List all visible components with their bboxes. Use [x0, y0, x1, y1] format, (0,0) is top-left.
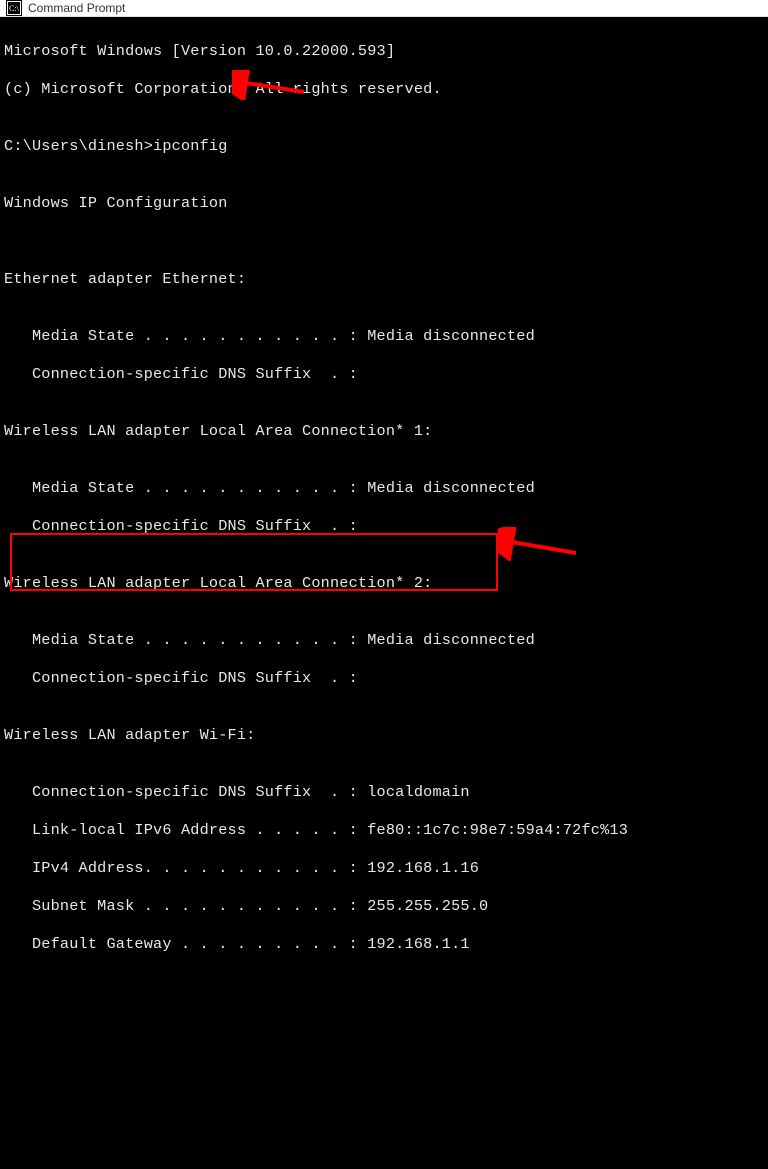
- output-line: Connection-specific DNS Suffix . :: [4, 365, 768, 384]
- section-header: Wireless LAN adapter Local Area Connecti…: [4, 574, 768, 593]
- prompt-line: C:\Users\dinesh>ipconfig: [4, 137, 768, 156]
- output-line: Microsoft Windows [Version 10.0.22000.59…: [4, 42, 768, 61]
- output-line: Media State . . . . . . . . . . . : Medi…: [4, 631, 768, 650]
- cmd-icon: C:\: [6, 0, 22, 16]
- output-line: IPv4 Address. . . . . . . . . . . : 192.…: [4, 859, 768, 878]
- output-line: Connection-specific DNS Suffix . :: [4, 669, 768, 688]
- section-header: Wireless LAN adapter Local Area Connecti…: [4, 422, 768, 441]
- output-line: Subnet Mask . . . . . . . . . . . : 255.…: [4, 897, 768, 916]
- output-line: (c) Microsoft Corporation. All rights re…: [4, 80, 768, 99]
- output-line: Connection-specific DNS Suffix . : local…: [4, 783, 768, 802]
- output-line: Connection-specific DNS Suffix . :: [4, 517, 768, 536]
- output-line: Link-local IPv6 Address . . . . . : fe80…: [4, 821, 768, 840]
- terminal-output[interactable]: Microsoft Windows [Version 10.0.22000.59…: [0, 17, 768, 1169]
- output-line: Media State . . . . . . . . . . . : Medi…: [4, 479, 768, 498]
- output-line: Default Gateway . . . . . . . . . : 192.…: [4, 935, 768, 954]
- svg-text:C:\: C:\: [9, 4, 20, 13]
- titlebar-title: Command Prompt: [28, 1, 125, 15]
- command-prompt-window: C:\ Command Prompt Microsoft Windows [Ve…: [0, 0, 768, 612]
- output-line: Media State . . . . . . . . . . . : Medi…: [4, 327, 768, 346]
- section-header: Windows IP Configuration: [4, 194, 768, 213]
- section-header: Wireless LAN adapter Wi-Fi:: [4, 726, 768, 745]
- titlebar[interactable]: C:\ Command Prompt: [0, 0, 768, 17]
- section-header: Ethernet adapter Ethernet:: [4, 270, 768, 289]
